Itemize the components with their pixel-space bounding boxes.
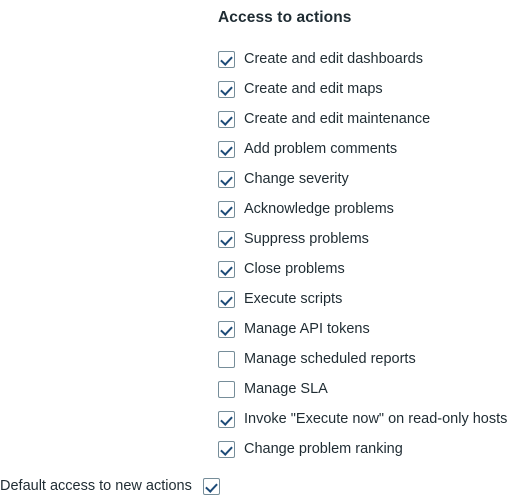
- action-label: Execute scripts: [244, 291, 343, 307]
- action-checkbox[interactable]: [218, 440, 235, 458]
- action-row: Add problem comments: [218, 134, 524, 164]
- action-row: Close problems: [218, 254, 524, 284]
- action-checkbox[interactable]: [218, 110, 235, 128]
- action-row: Create and edit maps: [218, 74, 524, 104]
- action-checkbox[interactable]: [218, 80, 235, 98]
- action-label: Suppress problems: [244, 231, 369, 247]
- action-checkbox[interactable]: [218, 320, 235, 338]
- action-checkbox[interactable]: [218, 50, 235, 68]
- action-row: Suppress problems: [218, 224, 524, 254]
- action-row: Change problem ranking: [218, 434, 524, 464]
- access-to-actions-panel: Access to actions Create and edit dashbo…: [218, 0, 524, 458]
- action-row: Invoke "Execute now" on read-only hosts: [218, 404, 524, 434]
- action-label: Close problems: [244, 261, 345, 277]
- action-checkbox[interactable]: [218, 350, 235, 368]
- action-row: Execute scripts: [218, 284, 524, 314]
- default-access-checkbox[interactable]: [203, 477, 220, 495]
- access-to-actions-page: Access to actions Create and edit dashbo…: [0, 0, 524, 503]
- action-row: Create and edit maintenance: [218, 104, 524, 134]
- action-row: Manage API tokens: [218, 314, 524, 344]
- action-checkbox[interactable]: [218, 230, 235, 248]
- default-access-row: Default access to new actions: [0, 477, 524, 495]
- action-row: Manage SLA: [218, 374, 524, 404]
- action-checkbox[interactable]: [218, 260, 235, 278]
- action-label: Acknowledge problems: [244, 201, 394, 217]
- action-row: Manage scheduled reports: [218, 344, 524, 374]
- default-access-label: Default access to new actions: [0, 478, 192, 494]
- action-label: Manage API tokens: [244, 321, 370, 337]
- actions-checkbox-list: Create and edit dashboards Create and edi…: [218, 44, 524, 464]
- action-row: Change severity: [218, 164, 524, 194]
- page-title: Access to actions: [218, 9, 352, 26]
- action-checkbox[interactable]: [218, 140, 235, 158]
- action-label: Change severity: [244, 171, 349, 187]
- action-label: Manage SLA: [244, 381, 328, 397]
- action-checkbox[interactable]: [218, 170, 235, 188]
- action-label: Change problem ranking: [244, 441, 403, 457]
- action-label: Manage scheduled reports: [244, 351, 416, 367]
- action-label: Add problem comments: [244, 141, 398, 157]
- action-label: Create and edit maintenance: [244, 111, 431, 127]
- action-label: Create and edit dashboards: [244, 51, 423, 67]
- action-row: Acknowledge problems: [218, 194, 524, 224]
- action-label: Create and edit maps: [244, 81, 383, 97]
- action-checkbox[interactable]: [218, 200, 235, 218]
- action-row: Create and edit dashboards: [218, 44, 524, 74]
- action-label: Invoke "Execute now" on read-only hosts: [244, 411, 508, 427]
- action-checkbox[interactable]: [218, 290, 235, 308]
- action-checkbox[interactable]: [218, 410, 235, 428]
- action-checkbox[interactable]: [218, 380, 235, 398]
